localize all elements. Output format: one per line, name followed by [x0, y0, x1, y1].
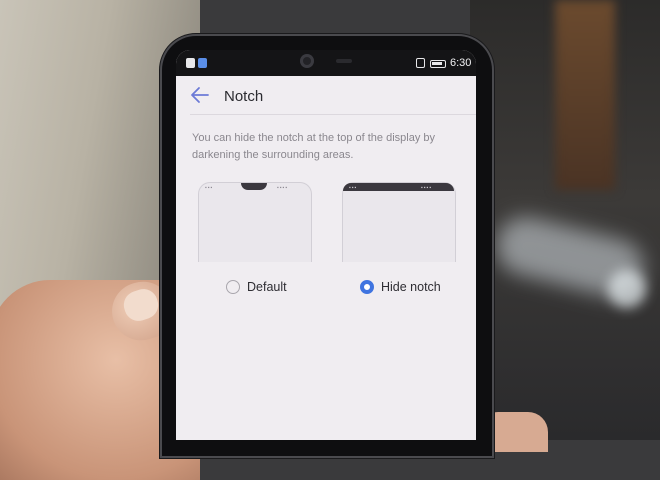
option-hide-notch-label: Hide notch [381, 280, 441, 294]
page-title: Notch [224, 88, 264, 105]
phone-screen: 6:30 Notch You can hide the notch at the… [176, 50, 476, 440]
mini-status-right: ▪▪▪▪ [277, 185, 289, 191]
radio-hide-notch[interactable] [360, 280, 374, 294]
background-glow [608, 270, 646, 308]
mini-notch [241, 183, 267, 190]
nfc-icon [416, 58, 425, 68]
back-button[interactable] [190, 86, 214, 106]
notification-icon-2 [198, 58, 207, 68]
hide-notch-preview[interactable]: ▪▪▪ ▪▪▪▪ [342, 182, 456, 262]
mini-status-right: ▪▪▪▪ [421, 185, 433, 191]
description-text: You can hide the notch at the top of the… [192, 132, 435, 161]
default-preview[interactable]: ▪▪▪ ▪▪▪▪ [198, 182, 312, 262]
front-camera-icon [300, 54, 314, 68]
background-chair [555, 0, 615, 190]
option-default[interactable]: Default [226, 276, 287, 298]
option-hide-notch[interactable]: Hide notch [360, 276, 441, 298]
option-default-label: Default [247, 280, 287, 294]
battery-icon [430, 60, 446, 68]
arrow-left-icon [191, 87, 209, 103]
notification-icon [186, 58, 195, 68]
radio-default[interactable] [226, 280, 240, 294]
divider [190, 114, 476, 115]
mini-dark-bar [343, 183, 454, 191]
status-time: 6:30 [450, 57, 472, 69]
mini-status-left: ▪▪▪ [205, 185, 214, 191]
app-bar: Notch [176, 76, 476, 116]
status-bar: 6:30 [176, 50, 476, 76]
mini-status-left: ▪▪▪ [349, 185, 358, 191]
sensor-icon [336, 59, 352, 63]
